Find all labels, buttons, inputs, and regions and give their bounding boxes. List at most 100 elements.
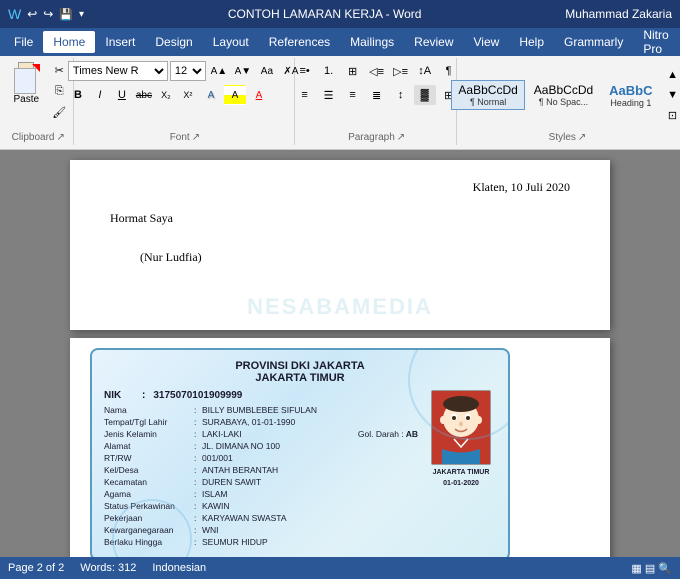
clipboard-group: Paste ✂ ⎘ 🖌 Clipboard ↗ — [4, 58, 74, 145]
ktp-kecamatan-colon: : — [194, 477, 202, 487]
text-effect-button[interactable]: A — [200, 85, 222, 105]
ktp-kecamatan-value: DUREN SAWIT — [202, 477, 418, 487]
document-area: Klaten, 10 Juli 2020 Hormat Saya (Nur Lu… — [0, 150, 680, 557]
menu-grammarly[interactable]: Grammarly — [554, 31, 633, 53]
multilevel-button[interactable]: ⊞ — [342, 61, 364, 81]
align-left-button[interactable]: ≡ — [294, 85, 316, 105]
increase-indent-button[interactable]: ▷≡ — [390, 61, 412, 81]
styles-expand-icon[interactable]: ↗ — [578, 132, 586, 143]
style-normal-label: ¶ Normal — [470, 97, 506, 107]
ktp-blood-value: AB — [406, 429, 418, 439]
word-count: Words: 312 — [80, 562, 136, 574]
align-right-button[interactable]: ≡ — [342, 85, 364, 105]
style-no-spacing-label: ¶ No Spac... — [539, 97, 588, 107]
paste-label: Paste — [13, 94, 39, 105]
ktp-agama-label: Agama — [104, 489, 194, 499]
ktp-jk-value: LAKI-LAKI — [202, 429, 354, 439]
ktp-alamat-label: Alamat — [104, 441, 194, 451]
menu-references[interactable]: References — [259, 31, 340, 53]
font-size-select[interactable]: 12 — [170, 61, 206, 81]
font-row2: B I U abc X₂ X² A A A — [68, 85, 302, 105]
style-heading1-preview: AaBbC — [609, 83, 652, 98]
font-row1: Times New R 12 A▲ A▼ Aa ✗A — [68, 61, 302, 81]
ktp-nik-separator: : — [142, 390, 145, 401]
font-expand-icon[interactable]: ↗ — [192, 132, 200, 143]
highlight-button[interactable]: A — [224, 85, 246, 105]
increase-font-button[interactable]: A▲ — [208, 61, 230, 81]
doc-title: CONTOH LAMARAN KERJA - Word — [84, 7, 565, 21]
decrease-font-button[interactable]: A▼ — [232, 61, 254, 81]
letter-date: Klaten, 10 Juli 2020 — [110, 180, 570, 195]
menu-design[interactable]: Design — [145, 31, 202, 53]
undo-icon[interactable]: ↩ — [27, 7, 37, 21]
paragraph-label: Paragraph ↗ — [348, 130, 405, 143]
menu-review[interactable]: Review — [404, 31, 463, 53]
superscript-button[interactable]: X² — [178, 86, 198, 104]
ktp-kwn-colon: : — [194, 525, 202, 535]
font-color-button[interactable]: A — [248, 85, 270, 105]
underline-button[interactable]: U — [112, 86, 132, 104]
letter-signature: (Nur Ludfia) — [140, 250, 570, 265]
ktp-ttl-row: Tempat/Tgl Lahir : SURABAYA, 01-01-1990 — [104, 417, 418, 427]
ktp-keldesa-row: Kel/Desa : ANTAH BERANTAH — [104, 465, 418, 475]
bullets-button[interactable]: ≡• — [294, 61, 316, 81]
font-name-select[interactable]: Times New R — [68, 61, 168, 81]
bold-button[interactable]: B — [68, 86, 88, 104]
align-center-button[interactable]: ☰ — [318, 85, 340, 105]
style-normal[interactable]: AaBbCcDd ¶ Normal — [451, 80, 524, 110]
sort-button[interactable]: ↕A — [414, 61, 436, 81]
paste-button[interactable]: Paste — [6, 60, 46, 122]
style-heading1[interactable]: AaBbC Heading 1 — [602, 80, 659, 111]
menu-mailings[interactable]: Mailings — [340, 31, 404, 53]
style-normal-preview: AaBbCcDd — [458, 83, 517, 97]
ktp-city: JAKARTA TIMUR — [104, 372, 496, 384]
styles-scroll-down[interactable]: ▼ — [662, 85, 680, 105]
styles-expand[interactable]: ⊡ — [662, 105, 680, 125]
style-heading1-label: Heading 1 — [610, 98, 651, 108]
ktp-keldesa-value: ANTAH BERANTAH — [202, 465, 418, 475]
menu-view[interactable]: View — [464, 31, 510, 53]
justify-button[interactable]: ≣ — [366, 85, 388, 105]
ktp-blood-label: Gol. Darah : — [358, 429, 404, 439]
ktp-body: NIK : 3175070101909999 Nama : BILLY BUMB… — [104, 390, 496, 549]
ktp-berlaku-value: SEUMUR HIDUP — [202, 537, 418, 547]
ribbon: Paste ✂ ⎘ 🖌 Clipboard ↗ Times New R 12 — [0, 56, 680, 150]
ktp-kecamatan-row: Kecamatan : DUREN SAWIT — [104, 477, 418, 487]
change-case-button[interactable]: Aa — [256, 61, 278, 81]
ktp-agama-value: ISLAM — [202, 489, 418, 499]
ktp-berlaku-row: Berlaku Hingga : SEUMUR HIDUP — [104, 537, 418, 547]
ktp-nik-row: NIK : 3175070101909999 — [104, 390, 418, 401]
language: Indonesian — [152, 562, 206, 574]
menu-home[interactable]: Home — [43, 31, 95, 53]
styles-group: AaBbCcDd ¶ Normal AaBbCcDd ¶ No Spac... … — [459, 58, 676, 145]
save-icon[interactable]: 💾 — [59, 8, 73, 21]
ktp-ttl-value: SURABAYA, 01-01-1990 — [202, 417, 418, 427]
line-spacing-button[interactable]: ↕ — [390, 85, 412, 105]
status-bar: Page 2 of 2 Words: 312 Indonesian ▦ ▤ 🔍 — [0, 557, 680, 579]
ktp-photo-city: JAKARTA TIMUR — [433, 469, 490, 476]
strikethrough-button[interactable]: abc — [134, 86, 154, 104]
redo-icon[interactable]: ↪ — [43, 7, 53, 21]
ktp-keldesa-colon: : — [194, 465, 202, 475]
ktp-avatar-svg — [432, 391, 490, 464]
menu-nitro[interactable]: Nitro Pro — [633, 24, 678, 60]
ktp-nama-label: Nama — [104, 405, 194, 415]
italic-button[interactable]: I — [90, 86, 110, 104]
decrease-indent-button[interactable]: ◁≡ — [366, 61, 388, 81]
title-bar: W ↩ ↪ 💾 ▾ CONTOH LAMARAN KERJA - Word Mu… — [0, 0, 680, 28]
ktp-nama-value: BILLY BUMBLEBEE SIFULAN — [202, 405, 418, 415]
numbering-button[interactable]: 1. — [318, 61, 340, 81]
menu-layout[interactable]: Layout — [203, 31, 259, 53]
shading-button[interactable]: ▓ — [414, 85, 436, 105]
menu-help[interactable]: Help — [509, 31, 554, 53]
clipboard-expand-icon[interactable]: ↗ — [56, 132, 64, 143]
menu-file[interactable]: File — [4, 31, 43, 53]
styles-label: Styles ↗ — [549, 130, 587, 143]
paragraph-expand-icon[interactable]: ↗ — [397, 132, 405, 143]
subscript-button[interactable]: X₂ — [156, 86, 176, 104]
ktp-nik-value: 3175070101909999 — [153, 390, 242, 401]
ktp-card: PROVINSI DKI JAKARTA JAKARTA TIMUR NIK :… — [90, 348, 510, 557]
style-no-spacing[interactable]: AaBbCcDd ¶ No Spac... — [527, 80, 600, 110]
styles-scroll-up[interactable]: ▲ — [662, 65, 680, 85]
menu-insert[interactable]: Insert — [95, 31, 145, 53]
